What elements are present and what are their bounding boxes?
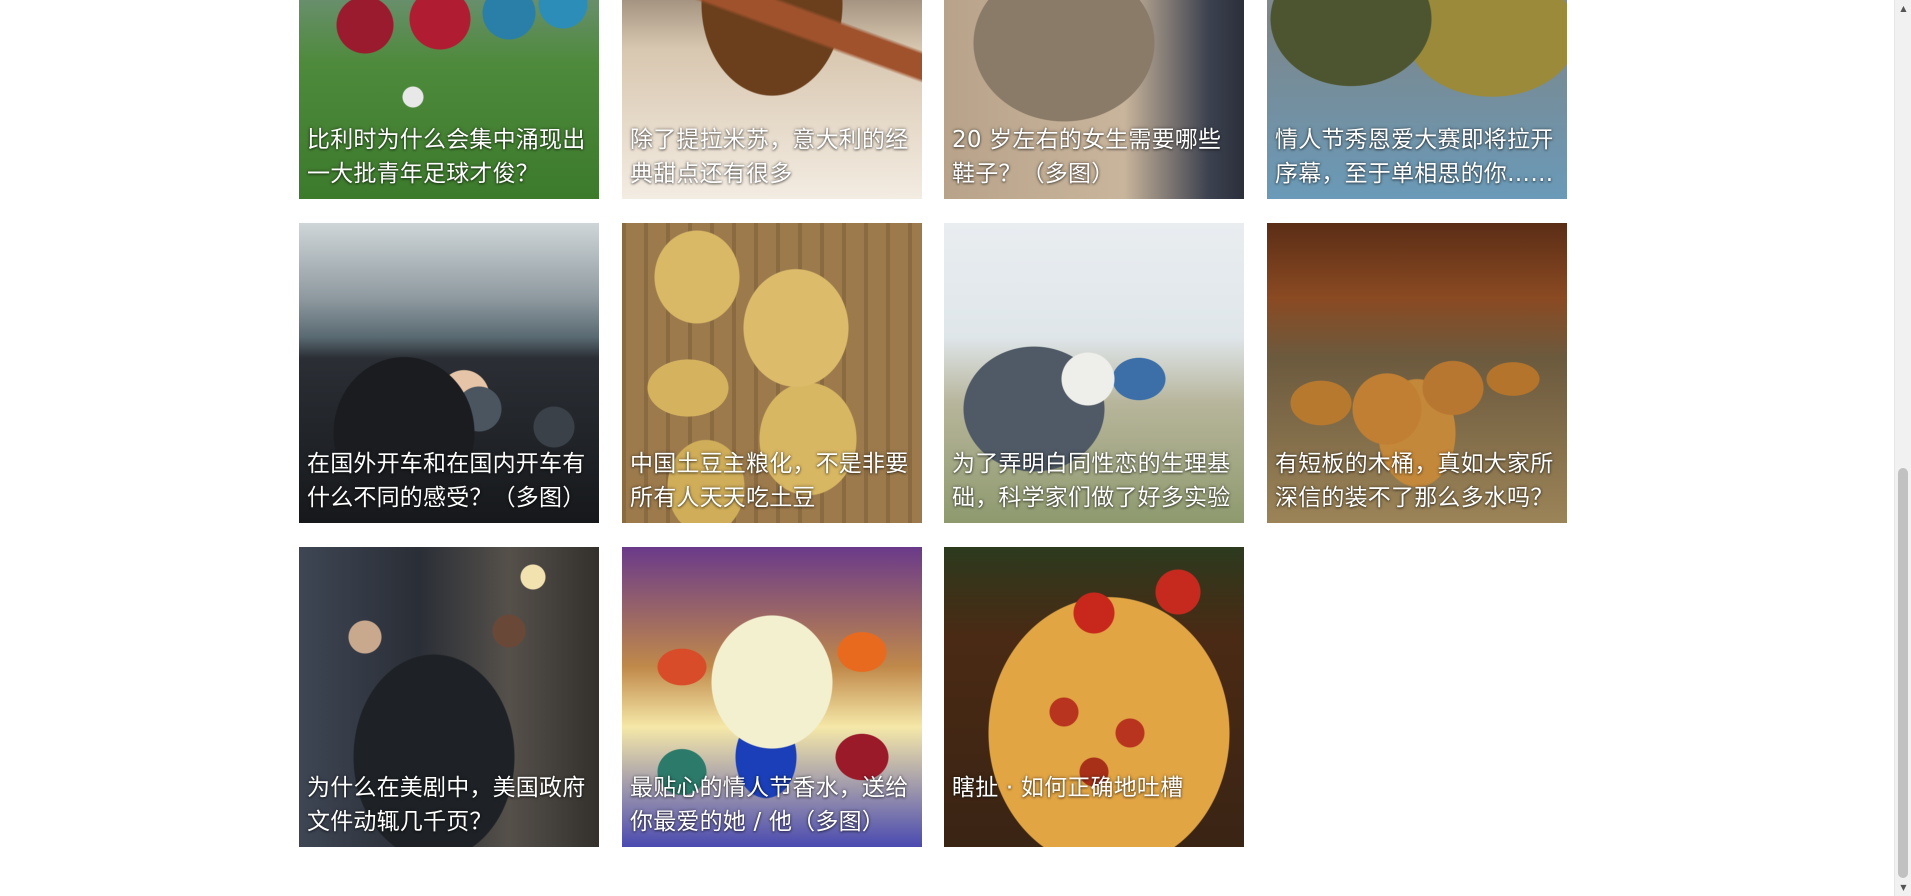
article-title[interactable]: 为什么在美剧中，美国政府 文件动辄几千页？ [307,771,595,839]
title-line: 深信的装不了那么多水吗？ [1275,485,1554,511]
article-card[interactable]: 情人节秀恩爱大赛即将拉开 序幕，至于单相思的你…… [1267,0,1567,199]
title-line: 20 岁左右的女生需要哪些 [952,127,1222,153]
article-card[interactable]: 比利时为什么会集中涌现出 一大批青年足球才俊？ [299,0,599,199]
page: 比利时为什么会集中涌现出 一大批青年足球才俊？ 除了提拉米苏，意大利的经 典甜点… [0,0,1911,896]
article-title[interactable]: 除了提拉米苏，意大利的经 典甜点还有很多 [630,123,918,191]
title-line: 础，科学家们做了好多实验 [952,485,1231,511]
title-line: 为什么在美剧中，美国政府 [307,775,586,801]
title-line: 典甜点还有很多 [630,161,793,187]
article-title[interactable]: 瞎扯 · 如何正确地吐槽 [952,771,1240,805]
vertical-scrollbar[interactable]: ▲ ▼ [1894,0,1911,896]
article-title[interactable]: 有短板的木桶，真如大家所 深信的装不了那么多水吗？ [1275,447,1563,515]
title-line: 瞎扯 · 如何正确地吐槽 [952,775,1184,801]
title-line: 比利时为什么会集中涌现出 [307,127,586,153]
title-line: 文件动辄几千页？ [307,809,493,835]
title-line: 最贴心的情人节香水，送给 [630,775,909,801]
title-line: 在国外开车和在国内开车有 [307,451,586,477]
article-card[interactable]: 为了弄明白同性恋的生理基 础，科学家们做了好多实验 [944,223,1244,523]
title-line: 什么不同的感受？（多图） [307,485,586,511]
article-title[interactable]: 情人节秀恩爱大赛即将拉开 序幕，至于单相思的你…… [1275,123,1563,191]
article-card[interactable]: 中国土豆主粮化，不是非要 所有人天天吃土豆 [622,223,922,523]
article-title[interactable]: 20 岁左右的女生需要哪些 鞋子？（多图） [952,123,1240,191]
title-line: 有短板的木桶，真如大家所 [1275,451,1554,477]
title-line: 你最爱的她 / 他（多图） [630,809,885,835]
title-line: 情人节秀恩爱大赛即将拉开 [1275,127,1554,153]
article-card[interactable]: 最贴心的情人节香水，送给 你最爱的她 / 他（多图） [622,547,922,847]
title-line: 所有人天天吃土豆 [630,485,816,511]
article-card[interactable]: 20 岁左右的女生需要哪些 鞋子？（多图） [944,0,1244,199]
scroll-down-arrow-icon[interactable]: ▼ [1895,879,1911,896]
scroll-up-arrow-icon[interactable]: ▲ [1895,0,1911,17]
article-card[interactable]: 有短板的木桶，真如大家所 深信的装不了那么多水吗？ [1267,223,1567,523]
article-title[interactable]: 比利时为什么会集中涌现出 一大批青年足球才俊？ [307,123,595,191]
title-line: 鞋子？（多图） [952,161,1115,187]
article-title[interactable]: 最贴心的情人节香水，送给 你最爱的她 / 他（多图） [630,771,918,839]
title-line: 序幕，至于单相思的你…… [1275,161,1554,187]
title-line: 一大批青年足球才俊？ [307,161,539,187]
article-title[interactable]: 在国外开车和在国内开车有 什么不同的感受？（多图） [307,447,595,515]
article-card[interactable]: 除了提拉米苏，意大利的经 典甜点还有很多 [622,0,922,199]
article-card[interactable]: 瞎扯 · 如何正确地吐槽 [944,547,1244,847]
title-line: 为了弄明白同性恋的生理基 [952,451,1231,477]
article-title[interactable]: 为了弄明白同性恋的生理基 础，科学家们做了好多实验 [952,447,1240,515]
article-title[interactable]: 中国土豆主粮化，不是非要 所有人天天吃土豆 [630,447,918,515]
article-card[interactable]: 为什么在美剧中，美国政府 文件动辄几千页？ [299,547,599,847]
title-line: 中国土豆主粮化，不是非要 [630,451,909,477]
scrollbar-thumb[interactable] [1898,468,1908,878]
article-card[interactable]: 在国外开车和在国内开车有 什么不同的感受？（多图） [299,223,599,523]
title-line: 除了提拉米苏，意大利的经 [630,127,909,153]
